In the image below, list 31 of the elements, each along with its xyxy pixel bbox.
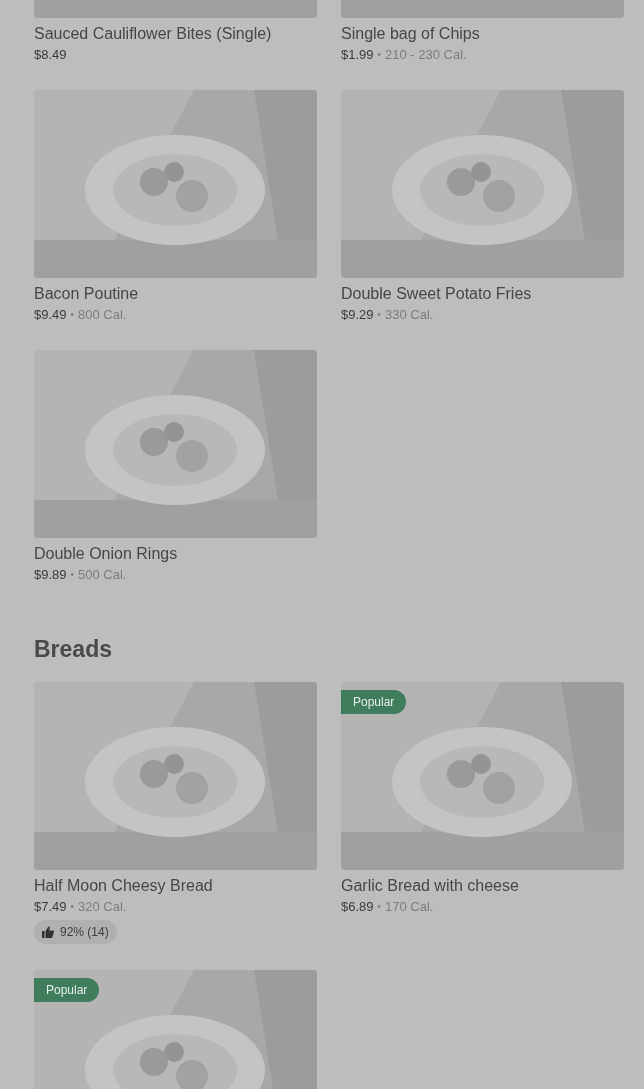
item-calories: 170 Cal. <box>385 898 434 916</box>
item-calories: 500 Cal. <box>78 566 127 584</box>
item-name[interactable]: Sauced Cauliflower Bites (Single) <box>34 24 272 44</box>
item-calories: 210 - 230 Cal. <box>385 46 467 64</box>
item-price: $6.89 <box>341 898 374 916</box>
item-name[interactable]: Half Moon Cheesy Bread <box>34 876 213 896</box>
item-price: $1.99 <box>341 46 374 64</box>
item-calories: 320 Cal. <box>78 898 127 916</box>
item-price: $9.89 <box>34 566 67 584</box>
popular-badge: Popular <box>34 978 100 1002</box>
item-calories: 330 Cal. <box>385 306 434 324</box>
item-name[interactable]: Double Onion Rings <box>34 544 178 564</box>
thumbs-up-icon <box>42 926 54 938</box>
separator-dot: • <box>377 48 382 62</box>
popular-badge: Popular <box>341 690 407 714</box>
item-name[interactable]: Garlic Bread with cheese <box>341 876 519 896</box>
item-price: $7.49 <box>34 898 67 916</box>
item-calories: 800 Cal. <box>78 306 127 324</box>
item-name[interactable]: Double Sweet Potato Fries <box>341 284 532 304</box>
separator-dot: • <box>377 308 382 322</box>
separator-dot: • <box>70 308 75 322</box>
item-price: $9.29 <box>341 306 374 324</box>
item-name[interactable]: Single bag of Chips <box>341 24 480 44</box>
item-price: $9.49 <box>34 306 67 324</box>
separator-dot: • <box>70 568 75 582</box>
item-price: $8.49 <box>34 46 67 64</box>
item-name[interactable]: Bacon Poutine <box>34 284 139 304</box>
separator-dot: • <box>70 900 75 914</box>
section-heading: Breads <box>34 635 113 664</box>
rating-text: 92% (14) <box>60 925 109 939</box>
separator-dot: • <box>377 900 382 914</box>
